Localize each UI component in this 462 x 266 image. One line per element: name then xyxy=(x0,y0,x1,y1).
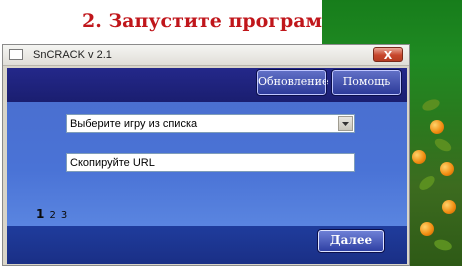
window-titlebar[interactable]: SnCRACK v 2.1 X xyxy=(3,45,409,66)
leaf-decoration xyxy=(420,97,442,113)
dropdown-button[interactable] xyxy=(338,116,353,131)
window-title: SnCRACK v 2.1 xyxy=(33,49,112,61)
orange-decoration xyxy=(442,200,456,214)
step-current: 1 xyxy=(36,207,45,221)
step-2[interactable]: 2 xyxy=(49,210,55,221)
step-indicator: 1 2 3 xyxy=(36,203,67,222)
orange-decoration xyxy=(440,162,454,176)
step-3[interactable]: 3 xyxy=(61,210,67,221)
next-button[interactable]: Далее xyxy=(317,229,385,253)
url-input[interactable] xyxy=(66,153,355,172)
leaf-decoration xyxy=(432,136,454,154)
leaf-decoration xyxy=(416,173,438,193)
help-button[interactable]: Помощь xyxy=(331,69,402,96)
orange-decoration xyxy=(412,150,426,164)
leaf-decoration xyxy=(433,237,453,253)
game-select-dropdown[interactable]: Выберите игру из списка xyxy=(66,114,355,133)
update-button[interactable]: Обновление xyxy=(256,69,328,96)
app-window-icon xyxy=(9,49,23,60)
chevron-down-icon xyxy=(342,122,349,126)
orange-decoration xyxy=(430,120,444,134)
game-select-value: Выберите игру из списка xyxy=(70,118,198,130)
close-button[interactable]: X xyxy=(373,47,403,62)
orange-decoration xyxy=(420,222,434,236)
